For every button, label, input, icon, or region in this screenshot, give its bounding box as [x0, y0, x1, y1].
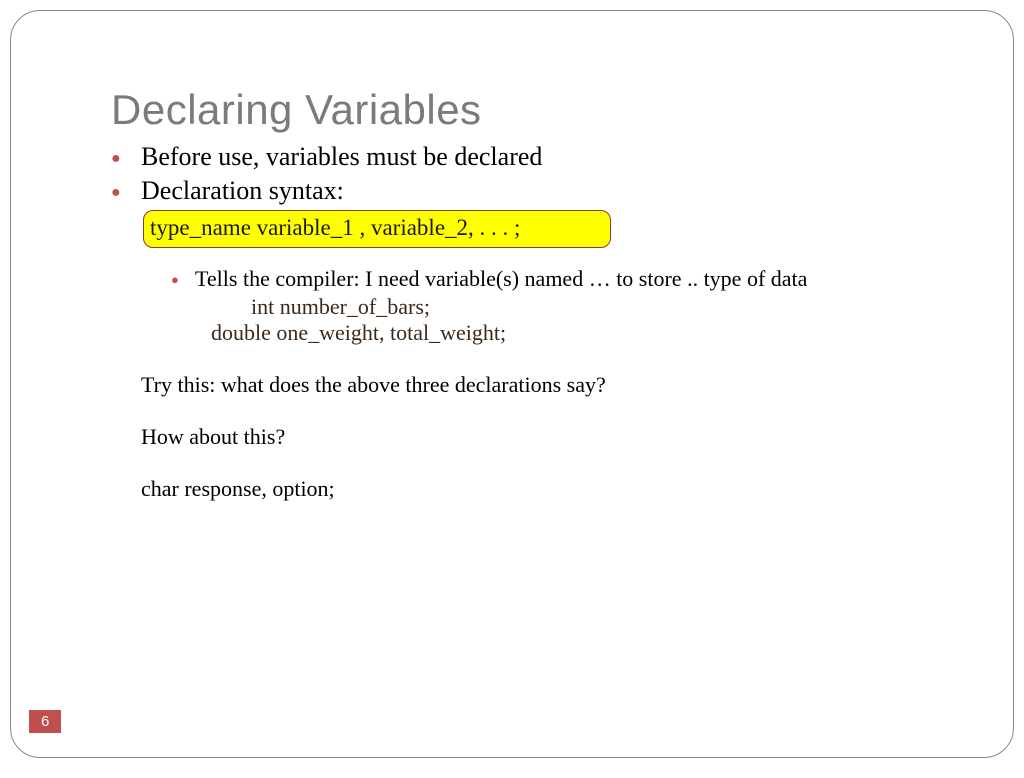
- bullet-list: Before use, variables must be declared D…: [111, 142, 963, 206]
- code-example-1: int number_of_bars;: [251, 294, 963, 320]
- slide-frame: Declaring Variables Before use, variable…: [10, 10, 1014, 758]
- syntax-container: type_name variable_1 , variable_2, . . .…: [141, 210, 963, 248]
- question-1: Try this: what does the above three decl…: [141, 372, 963, 398]
- question-2: How about this?: [141, 424, 963, 450]
- slide-content: Before use, variables must be declared D…: [111, 142, 963, 502]
- page-number: 6: [29, 710, 61, 733]
- slide-title: Declaring Variables: [111, 86, 963, 134]
- sub-bullet-list: Tells the compiler: I need variable(s) n…: [171, 266, 963, 292]
- sub-bullet-1: Tells the compiler: I need variable(s) n…: [171, 266, 963, 292]
- bullet-1: Before use, variables must be declared: [111, 142, 963, 172]
- bullet-2: Declaration syntax:: [111, 176, 963, 206]
- code-example-3: char response, option;: [141, 476, 963, 502]
- syntax-highlight: type_name variable_1 , variable_2, . . .…: [143, 210, 611, 248]
- code-example-2: double one_weight, total_weight;: [211, 320, 963, 346]
